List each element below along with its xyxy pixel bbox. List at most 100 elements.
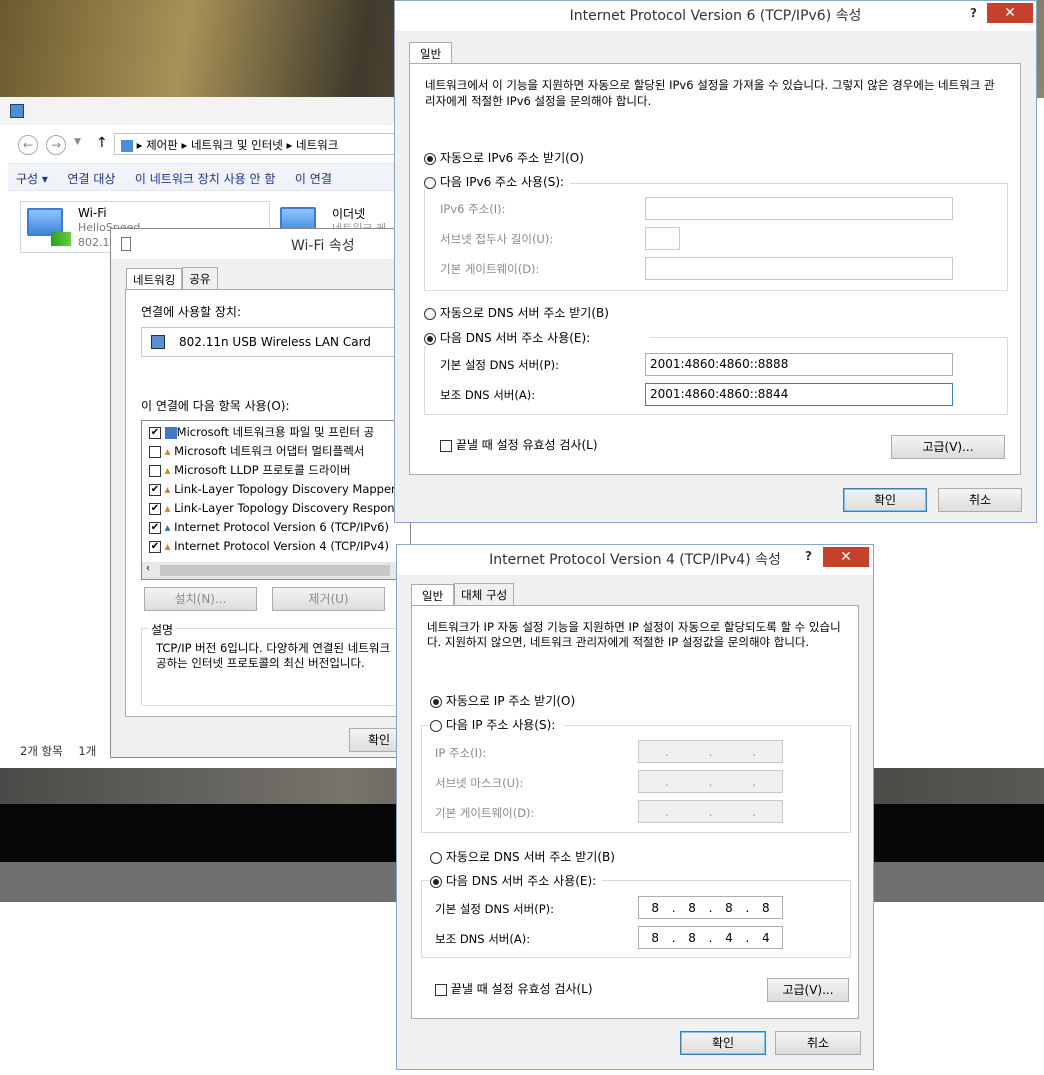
client-icon <box>164 426 177 439</box>
device-box: 802.11n USB Wireless LAN Card <box>141 327 411 357</box>
item-checkbox[interactable]: ✔ <box>149 521 161 534</box>
list-item[interactable]: ✔ Microsoft 네트워크용 파일 및 프린터 공 <box>149 423 410 442</box>
alternate-dns-input[interactable]: 2001:4860:4860::8844 <box>645 383 953 406</box>
tab-networking[interactable]: 네트워킹 <box>126 268 183 291</box>
item-checkbox[interactable] <box>149 464 161 477</box>
validate-option[interactable]: 끝낼 때 설정 유효성 검사(L) <box>440 436 598 453</box>
ok-button[interactable]: 확인 <box>680 1031 766 1055</box>
ipv4-gateway-input[interactable]: ... <box>638 800 783 823</box>
item-checkbox[interactable]: ✔ <box>149 426 161 439</box>
cancel-button[interactable]: 취소 <box>938 488 1022 512</box>
list-item[interactable]: ▴ Microsoft LLDP 프로토콜 드라이버 <box>149 461 410 480</box>
forward-icon[interactable]: → <box>46 135 66 155</box>
advanced-button[interactable]: 고급(V)... <box>767 978 849 1002</box>
auto-dns-option[interactable]: 자동으로 DNS 서버 주소 받기(B) <box>430 848 615 865</box>
manual-ip-option[interactable]: 다음 IP 주소 사용(S): <box>430 716 566 733</box>
ipv4-dialog-title: Internet Protocol Version 4 (TCP/IPv4) 속… <box>489 552 781 568</box>
connect-to-button[interactable]: 연결 대상 <box>59 164 123 190</box>
wifi-titlebar: Wi-Fi 속성 <box>111 229 401 259</box>
item-label: Link-Layer Topology Discovery Mapper <box>174 482 396 496</box>
ipv6-gateway-label: 기본 게이트웨이(D): <box>440 262 540 276</box>
wifi-tab-panel: 연결에 사용할 장치: 802.11n USB Wireless LAN Car… <box>125 289 411 717</box>
item-label: Internet Protocol Version 6 (TCP/IPv6) <box>174 520 389 534</box>
auto-dns-radio[interactable] <box>424 307 436 320</box>
protocol-icon: ▴ <box>164 501 171 515</box>
wifi-tabs: 네트워킹 공유 <box>126 267 218 291</box>
install-button[interactable]: 설치(N)... <box>144 587 257 611</box>
tab-sharing[interactable]: 공유 <box>182 267 218 290</box>
preferred-dns-input[interactable]: 2001:4860:4860::8888 <box>645 353 953 376</box>
item-checkbox[interactable]: ✔ <box>149 483 161 496</box>
organize-menu[interactable]: 구성 ▾ <box>8 164 56 190</box>
item-label: Link-Layer Topology Discovery Respone <box>174 501 402 515</box>
alternate-dns-label: 보조 DNS 서버(A): <box>440 388 536 402</box>
manual-dns-radio[interactable] <box>424 332 436 345</box>
horizontal-scrollbar[interactable]: ‹ <box>142 562 410 579</box>
help-icon[interactable]: ? <box>970 6 977 20</box>
list-item[interactable]: ✔ ▴ Internet Protocol Version 4 (TCP/IPv… <box>149 537 410 556</box>
auto-ipv6-option[interactable]: 자동으로 IPv6 주소 받기(O) <box>424 149 584 166</box>
preferred-dns-label: 기본 설정 DNS 서버(P): <box>440 358 559 372</box>
network-icon <box>10 104 24 118</box>
explorer-titlebar <box>0 97 399 125</box>
breadcrumb-item[interactable]: 네트워크 및 인터넷 <box>191 138 283 152</box>
manual-ipv6-label: 다음 IPv6 주소 사용(S): <box>439 175 565 189</box>
breadcrumb-item[interactable]: 제어판 <box>146 138 178 152</box>
auto-ip-radio[interactable] <box>430 695 442 708</box>
remove-button[interactable]: 제거(U) <box>272 587 385 611</box>
alternate-dns-input[interactable]: 8.8.4.4 <box>638 926 783 949</box>
item-label: Microsoft LLDP 프로토콜 드라이버 <box>174 463 351 477</box>
ipv4-tabs: 일반 대체 구성 <box>411 583 515 607</box>
disable-device-button[interactable]: 이 네트워크 장치 사용 안 함 <box>127 164 284 190</box>
ipv6-dialog-title: Internet Protocol Version 6 (TCP/IPv6) 속… <box>569 8 862 24</box>
manual-ipv6-option[interactable]: 다음 IPv6 주소 사용(S): <box>424 173 571 190</box>
auto-ip-option[interactable]: 자동으로 IP 주소 받기(O) <box>430 692 575 709</box>
tab-general[interactable]: 일반 <box>411 584 455 607</box>
back-icon[interactable]: ← <box>18 135 38 155</box>
close-icon[interactable]: ✕ <box>987 3 1033 23</box>
description-title: 설명 <box>148 621 177 638</box>
auto-dns-radio[interactable] <box>430 851 442 864</box>
octet: 8 <box>651 930 659 945</box>
wifi-properties-dialog: Wi-Fi 속성 네트워킹 공유 연결에 사용할 장치: 802.11n USB … <box>110 228 411 758</box>
list-item[interactable]: ✔ ▴ Link-Layer Topology Discovery Respon… <box>149 499 410 518</box>
ip-address-input[interactable]: ... <box>638 740 783 763</box>
manual-dns-option[interactable]: 다음 DNS 서버 주소 사용(E): <box>430 872 603 889</box>
breadcrumb[interactable]: ▸ 제어판 ▸ 네트워크 및 인터넷 ▸ 네트워크 <box>114 133 404 155</box>
manual-dns-radio[interactable] <box>430 875 442 888</box>
octet: 8 <box>688 900 696 915</box>
item-checkbox[interactable]: ✔ <box>149 540 161 553</box>
preferred-dns-input[interactable]: 8.8.8.8 <box>638 896 783 919</box>
list-item[interactable]: ▴ Microsoft 네트워크 어댑터 멀티플렉서 <box>149 442 410 461</box>
advanced-button[interactable]: 고급(V)... <box>891 435 1005 459</box>
ipv6-gateway-input[interactable] <box>645 257 953 280</box>
list-item[interactable]: ✔ ▴ Link-Layer Topology Discovery Mapper <box>149 480 410 499</box>
item-checkbox[interactable]: ✔ <box>149 502 161 515</box>
manual-dns-option[interactable]: 다음 DNS 서버 주소 사용(E): <box>424 329 651 346</box>
ipv6-address-input[interactable] <box>645 197 953 220</box>
validate-option[interactable]: 끝낼 때 설정 유효성 검사(L) <box>435 980 593 997</box>
subnet-mask-input[interactable]: ... <box>638 770 783 793</box>
auto-dns-option[interactable]: 자동으로 DNS 서버 주소 받기(B) <box>424 304 609 321</box>
close-icon[interactable]: ✕ <box>823 547 869 567</box>
help-icon[interactable]: ? <box>805 549 812 563</box>
octet: 4 <box>761 930 770 945</box>
up-arrow-icon[interactable]: ↑ <box>96 135 108 151</box>
tab-general[interactable]: 일반 <box>409 42 453 65</box>
prefix-length-input[interactable] <box>645 227 680 250</box>
manual-ip-radio[interactable] <box>430 719 442 732</box>
list-item[interactable]: ✔ ▴ Internet Protocol Version 6 (TCP/IPv… <box>149 518 410 537</box>
ok-button[interactable]: 확인 <box>843 488 927 512</box>
manual-ipv6-radio[interactable] <box>424 176 436 189</box>
validate-checkbox[interactable] <box>435 983 447 996</box>
item-checkbox[interactable] <box>149 445 161 458</box>
connection-button[interactable]: 이 연결 <box>287 164 340 190</box>
cancel-button[interactable]: 취소 <box>775 1031 861 1055</box>
breadcrumb-item[interactable]: 네트워크 <box>296 138 338 152</box>
tab-alternate-config[interactable]: 대체 구성 <box>454 583 515 606</box>
recent-chevron-icon[interactable]: ▼ <box>74 137 81 147</box>
scroll-left-icon[interactable]: ‹ <box>146 563 150 574</box>
validate-checkbox[interactable] <box>440 439 452 452</box>
scrollbar-thumb[interactable] <box>160 565 390 576</box>
auto-ipv6-radio[interactable] <box>424 152 436 165</box>
